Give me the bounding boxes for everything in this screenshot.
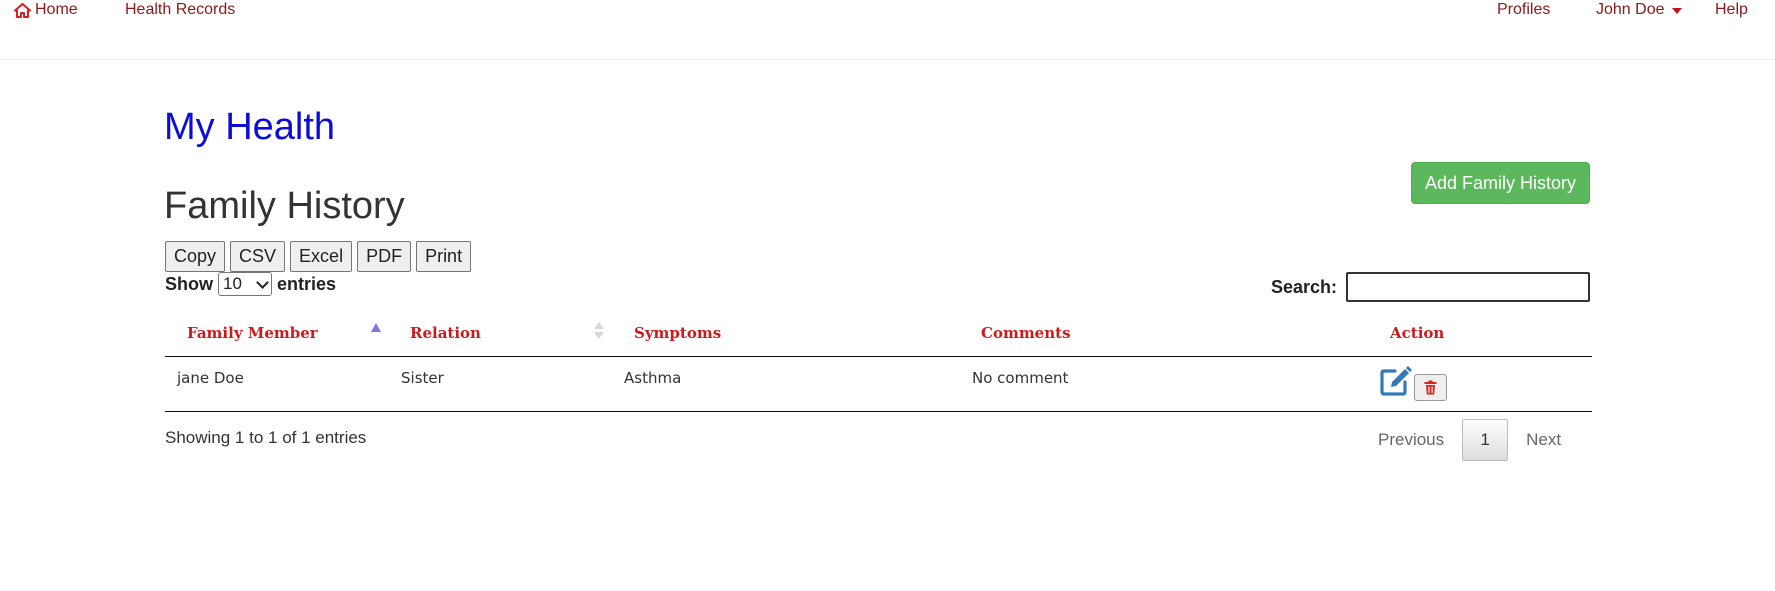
page-1-button[interactable]: 1: [1462, 418, 1509, 461]
table-row: jane Doe Sister Asthma No comment: [165, 357, 1592, 412]
entries-per-page-select[interactable]: 10: [218, 272, 272, 296]
export-toolbar: Copy CSV Excel PDF Print: [165, 241, 472, 272]
column-header-comments[interactable]: Comments: [981, 324, 1071, 342]
table-header: Family Member Relation Symptoms Comments…: [165, 314, 1592, 357]
nav-home-label: Home: [35, 1, 78, 18]
entries-per-page-value: 10: [223, 274, 242, 293]
delete-button[interactable]: [1414, 374, 1447, 401]
sort-ascending-icon: [371, 323, 381, 332]
search-input[interactable]: [1346, 272, 1591, 302]
entries-length-control: Show 10 entries: [165, 272, 336, 296]
pagination: Previous 1 Next: [1360, 418, 1579, 461]
nav-health-records-link[interactable]: Health Records: [125, 1, 235, 19]
family-history-table: Family Member Relation Symptoms Comments…: [165, 314, 1592, 412]
user-name: John Doe: [1596, 1, 1665, 18]
nav-home-link[interactable]: Home: [14, 1, 78, 19]
page-title: Family History: [164, 185, 405, 227]
cell-relation: Sister: [401, 369, 444, 387]
nav-help-link[interactable]: Help: [1715, 1, 1748, 19]
top-navbar: Home Health Records Profiles John Doe He…: [0, 0, 1775, 60]
entries-label: entries: [277, 273, 337, 294]
edit-icon[interactable]: [1379, 365, 1413, 397]
home-icon: [14, 2, 31, 18]
csv-button[interactable]: CSV: [230, 241, 286, 272]
app-title: My Health: [164, 106, 336, 148]
cell-symptoms: Asthma: [624, 369, 682, 387]
cell-comments: No comment: [972, 369, 1069, 387]
column-header-action[interactable]: Action: [1390, 324, 1444, 342]
column-header-family-member[interactable]: Family Member: [187, 324, 318, 342]
sort-both-icon: [594, 322, 604, 340]
search-control: Search:: [1271, 272, 1591, 302]
trash-icon: [1424, 380, 1437, 395]
add-family-history-button[interactable]: Add Family History: [1411, 162, 1590, 204]
column-header-symptoms[interactable]: Symptoms: [634, 324, 721, 342]
search-label: Search:: [1271, 276, 1338, 297]
excel-button[interactable]: Excel: [290, 241, 353, 272]
chevron-down-icon: [256, 275, 269, 289]
pdf-button[interactable]: PDF: [357, 241, 412, 272]
show-label: Show: [165, 273, 213, 294]
nav-profiles-link[interactable]: Profiles: [1497, 1, 1550, 19]
caret-down-icon: [1671, 8, 1682, 14]
print-button[interactable]: Print: [416, 241, 472, 272]
cell-family-member: jane Doe: [177, 369, 244, 387]
user-menu-dropdown[interactable]: John Doe: [1596, 1, 1682, 19]
previous-page-button[interactable]: Previous: [1360, 430, 1462, 450]
copy-button[interactable]: Copy: [165, 241, 226, 272]
table-info: Showing 1 to 1 of 1 entries: [165, 428, 367, 447]
next-page-button[interactable]: Next: [1508, 430, 1579, 450]
column-header-relation[interactable]: Relation: [410, 324, 481, 342]
